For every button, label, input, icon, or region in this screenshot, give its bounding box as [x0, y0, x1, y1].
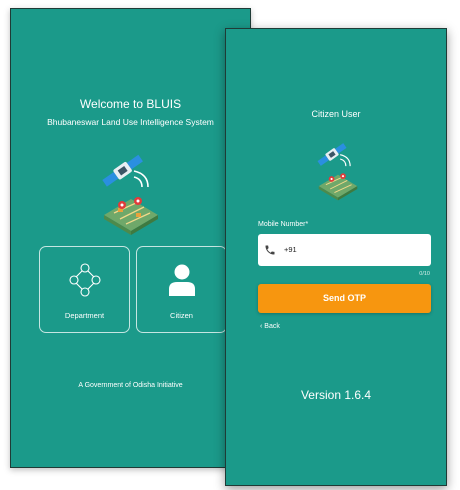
user-silhouette-icon	[168, 264, 195, 296]
network-users-icon	[68, 263, 101, 297]
back-link[interactable]: ‹ Back	[260, 323, 280, 335]
phone-icon	[265, 245, 275, 255]
character-counter: 0/10	[419, 271, 430, 277]
citizen-user-title: Citizen User	[311, 109, 361, 119]
department-role-button[interactable]: Department	[39, 246, 130, 333]
satellite-map-illustration	[317, 143, 358, 201]
satellite-map-illustration	[102, 154, 158, 235]
role-selection-screen: Welcome to BLUIS Bhubaneswar Land Use In…	[10, 8, 251, 468]
mobile-number-field[interactable]: +91	[258, 234, 431, 266]
citizen-login-screen: Citizen User Mobile Number* +91 0/10 Sen…	[225, 28, 447, 486]
send-otp-button[interactable]: Send OTP	[258, 284, 431, 313]
app-subtitle: Bhubaneswar Land Use Intelligence System	[47, 117, 214, 127]
back-label: Back	[264, 323, 280, 330]
mobile-number-label: Mobile Number*	[258, 221, 309, 228]
phone-prefix: +91	[284, 245, 297, 254]
version-text: Version 1.6.4	[300, 388, 372, 402]
department-label: Department	[64, 311, 105, 320]
citizen-role-button[interactable]: Citizen	[136, 246, 227, 333]
citizen-label: Citizen	[170, 311, 193, 320]
government-initiative-text: A Government of Odisha Initiative	[78, 382, 183, 389]
welcome-title: Welcome to BLUIS	[79, 97, 182, 111]
chevron-left-icon: ‹	[260, 323, 263, 330]
